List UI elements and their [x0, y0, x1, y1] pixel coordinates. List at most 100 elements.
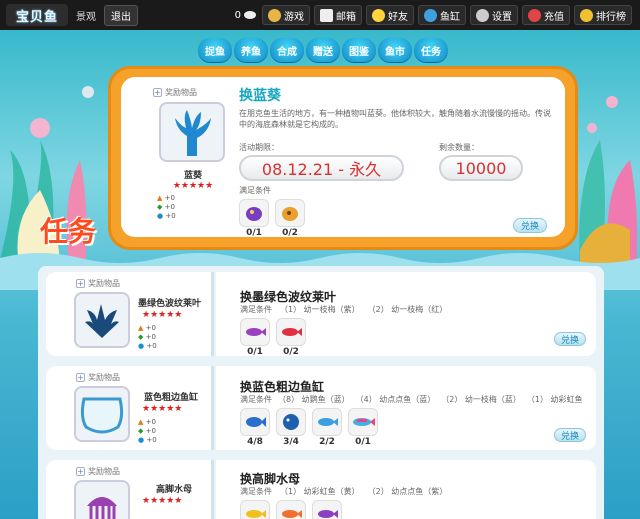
reward-item-image — [159, 102, 225, 162]
blue-fish-icon — [240, 408, 270, 436]
requirement-count: 0/1 — [355, 437, 371, 447]
rainbow-fish-icon — [348, 408, 378, 436]
requirement-item[interactable]: 3/4 — [276, 408, 306, 447]
nav-settings-button[interactable]: 设置 — [470, 5, 518, 25]
featured-mission-inner: + 奖励物品 蓝葵 ★★★★★ ▲ +0 ◆ +0 ● +0 换蓝葵 在朋克鱼生… — [121, 77, 565, 238]
tab-gift[interactable]: 赠送 — [306, 38, 340, 62]
plus-icon[interactable]: + — [153, 88, 162, 97]
featured-requirements: 0/1 0/2 — [239, 199, 557, 238]
remaining-value: 10000 — [439, 155, 523, 181]
featured-description: 在朋克鱼生活的地方，有一种植物叫蓝葵。他体积较大，触角随着水流慢慢的摇动。传说中… — [239, 109, 551, 129]
stat-triangle-icon: ▲ — [138, 324, 144, 332]
mission-conditions: 满足条件 （8） 幼鹦鱼（蓝） （4） 幼点点鱼（蓝） （2） 幼一枝梅（蓝） … — [240, 395, 583, 404]
mission-title: 换墨绿色波纹莱叶 — [240, 290, 337, 304]
username: 景观 — [76, 11, 96, 23]
game-logo[interactable]: 宝贝鱼 — [6, 4, 68, 26]
exchange-button[interactable]: 兑换 — [554, 332, 586, 346]
requirement-item[interactable]: 0/1 — [348, 408, 378, 447]
mission-title: 换蓝色粗边鱼缸 — [240, 380, 325, 394]
period-value: 08.12.21 - 永久 — [239, 155, 404, 181]
requirement-item[interactable] — [240, 500, 270, 519]
red-fish-icon — [276, 318, 306, 346]
reward-header: + 奖励物品 — [153, 88, 197, 97]
requirement-count: 3/4 — [283, 437, 299, 447]
top-bar: 宝贝鱼 景观 退出 0 游戏 邮箱 好友 鱼缸 设置 充值 排行榜 — [0, 0, 640, 30]
purple-fish-icon — [240, 318, 270, 346]
reward-header: + 奖励物品 — [76, 467, 120, 476]
featured-exchange-button[interactable]: 兑换 — [513, 218, 547, 233]
reward-header: + 奖励物品 — [76, 279, 120, 288]
blue-anemone-icon — [175, 110, 211, 156]
requirement-item[interactable]: 0/1 — [240, 318, 270, 357]
blue-small-fish-icon — [312, 408, 342, 436]
nav-friends-button[interactable]: 好友 — [366, 5, 414, 25]
condition-label: 满足条件 — [239, 186, 271, 195]
requirement-count: 2/2 — [319, 437, 335, 447]
tab-fish-market[interactable]: 鱼市 — [378, 38, 412, 62]
purple-fish-icon — [312, 500, 342, 519]
stat-diamond-icon: ◆ — [157, 203, 163, 211]
star-rating: ★★★★★ — [172, 181, 214, 191]
stat-circle-icon: ● — [138, 436, 145, 444]
period-label: 活动期限： — [239, 143, 279, 152]
stat-circle-icon: ● — [157, 212, 164, 220]
logout-button[interactable]: 退出 — [104, 4, 138, 26]
exchange-button[interactable]: 兑换 — [554, 428, 586, 442]
purple-shell-icon — [239, 199, 269, 227]
plus-icon[interactable]: + — [76, 373, 85, 382]
ranking-icon — [580, 8, 593, 22]
recharge-icon — [528, 8, 541, 22]
reward-item-name: 墨绿色波纹莱叶 — [138, 299, 202, 309]
remaining-label: 剩余数量： — [439, 143, 479, 152]
orange-shell-icon — [275, 199, 305, 227]
mission-requirements: 0/1 0/2 — [240, 318, 306, 357]
requirement-item[interactable] — [276, 500, 306, 519]
reward-item-name: 高脚水母 — [156, 485, 193, 495]
featured-reward: + 奖励物品 蓝葵 ★★★★★ ▲ +0 ◆ +0 ● +0 — [153, 87, 243, 221]
nav-mail-button[interactable]: 邮箱 — [314, 5, 362, 25]
reward-item-image — [74, 386, 130, 442]
requirement-item[interactable]: 2/2 — [312, 408, 342, 447]
friends-icon — [372, 8, 385, 22]
gear-icon — [476, 8, 489, 22]
nav-ranking-button[interactable]: 排行榜 — [574, 5, 632, 25]
reward-stats: ▲ +0 ◆ +0 ● +0 — [157, 194, 176, 220]
tab-raise-fish[interactable]: 养鱼 — [234, 38, 268, 62]
requirement-count: 0/2 — [282, 228, 298, 238]
featured-mission-card: + 奖励物品 蓝葵 ★★★★★ ▲ +0 ◆ +0 ● +0 换蓝葵 在朋克鱼生… — [108, 66, 578, 250]
tab-catalog[interactable]: 图鉴 — [342, 38, 376, 62]
mission-row: + 奖励物品 蓝色粗边鱼缸 ★★★★★ ▲ +0 ◆ +0 ● +0 换蓝色粗边… — [46, 366, 596, 450]
requirement-item[interactable]: 0/2 — [275, 199, 305, 238]
nav-recharge-button[interactable]: 充值 — [522, 5, 570, 25]
stat-triangle-icon: ▲ — [157, 194, 163, 202]
stat-diamond-icon: ◆ — [138, 333, 144, 341]
featured-details: 换蓝葵 在朋克鱼生活的地方，有一种植物叫蓝葵。他体积较大，触角随着水流慢慢的摇动… — [239, 85, 557, 238]
requirement-item[interactable]: 4/8 — [240, 408, 270, 447]
requirement-item[interactable]: 0/1 — [239, 199, 269, 238]
plus-icon[interactable]: + — [76, 467, 85, 476]
reward-stats: ▲ +0 ◆ +0 ● +0 — [138, 418, 157, 444]
mission-reward: + 奖励物品 高脚水母 ★★★★★ — [46, 460, 214, 519]
mission-conditions: 满足条件 （1） 幼彩虹鱼（黄） （2） 幼点点鱼（紫） — [240, 487, 448, 496]
mission-conditions: 满足条件 （1） 幼一枝梅（紫） （2） 幼一枝梅（红） — [240, 305, 448, 314]
star-rating: ★★★★★ — [142, 496, 183, 506]
requirement-item[interactable]: 0/2 — [276, 318, 306, 357]
requirement-item[interactable] — [312, 500, 342, 519]
tab-catch-fish[interactable]: 捉鱼 — [198, 38, 232, 62]
reward-stats: ▲ +0 ◆ +0 ● +0 — [138, 324, 157, 350]
coin-count: 0 — [234, 9, 241, 21]
nav-fishtank-button[interactable]: 鱼缸 — [418, 5, 466, 25]
plus-icon[interactable]: + — [76, 279, 85, 288]
tab-synthesize[interactable]: 合成 — [270, 38, 304, 62]
requirement-count: 0/1 — [247, 347, 263, 357]
mission-title: 换高脚水母 — [240, 472, 301, 486]
tab-missions[interactable]: 任务 — [414, 38, 448, 62]
coin-counter: 0 — [235, 10, 256, 21]
reward-item-name: 蓝色粗边鱼缸 — [144, 393, 199, 403]
mission-row: + 奖励物品 墨绿色波纹莱叶 ★★★★★ ▲ +0 ◆ +0 ● +0 换墨绿色… — [46, 272, 596, 357]
main-tabs: 捉鱼 养鱼 合成 赠送 图鉴 鱼市 任务 — [198, 38, 448, 62]
requirement-count: 4/8 — [247, 437, 263, 447]
nav-game-button[interactable]: 游戏 — [262, 5, 310, 25]
game-icon — [268, 8, 281, 22]
reward-item-name: 蓝葵 — [183, 171, 202, 181]
